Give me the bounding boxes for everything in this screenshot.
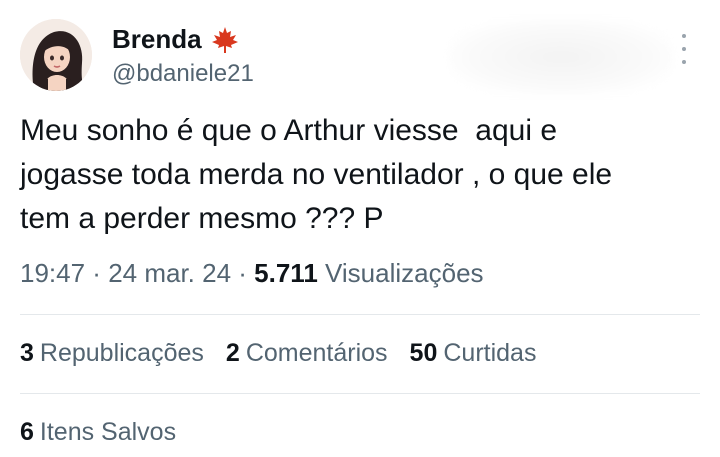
comments-stat[interactable]: 2 Comentários bbox=[226, 339, 388, 368]
meta-separator: · bbox=[85, 258, 109, 288]
divider bbox=[20, 393, 700, 394]
divider bbox=[20, 314, 700, 315]
tweet-time[interactable]: 19:47 bbox=[20, 258, 85, 288]
tweet-date[interactable]: 24 mar. 24 bbox=[108, 258, 231, 288]
reposts-count: 3 bbox=[20, 339, 34, 367]
blurred-region bbox=[448, 18, 674, 96]
author-name[interactable]: Brenda bbox=[112, 24, 240, 55]
tweet-card: Brenda @bdaniele21 Meu sonho é que o Art… bbox=[0, 0, 720, 457]
avatar[interactable] bbox=[20, 19, 92, 91]
maple-leaf-icon bbox=[211, 26, 238, 53]
saves-stats: 6 Itens Salvos bbox=[20, 418, 176, 447]
display-name: Brenda bbox=[112, 24, 202, 54]
engagement-stats: 3 Republicações 2 Comentários 50 Curtidas bbox=[20, 339, 536, 368]
author-handle[interactable]: @bdaniele21 bbox=[112, 60, 254, 88]
reposts-stat[interactable]: 3 Republicações bbox=[20, 339, 204, 368]
likes-count: 50 bbox=[409, 339, 438, 367]
saves-label: Itens Salvos bbox=[39, 418, 177, 446]
likes-label: Curtidas bbox=[443, 339, 537, 367]
saves-stat[interactable]: 6 Itens Salvos bbox=[20, 418, 176, 446]
views-count: 5.711 bbox=[254, 258, 318, 288]
reposts-label: Republicações bbox=[39, 339, 204, 367]
saves-count: 6 bbox=[20, 418, 34, 446]
comments-count: 2 bbox=[225, 339, 240, 367]
tweet-text: Meu sonho é que o Arthur viesse aqui e j… bbox=[20, 114, 613, 235]
comments-label: Comentários bbox=[245, 339, 388, 367]
tweet-meta: 19:47 · 24 mar. 24 · 5.711 Visualizações bbox=[20, 258, 484, 289]
meta-separator: · bbox=[231, 258, 255, 288]
avatar-illustration bbox=[20, 19, 92, 91]
views-label: Visualizações bbox=[325, 258, 484, 288]
likes-stat[interactable]: 50 Curtidas bbox=[410, 339, 537, 368]
more-options-icon[interactable] bbox=[672, 34, 696, 64]
